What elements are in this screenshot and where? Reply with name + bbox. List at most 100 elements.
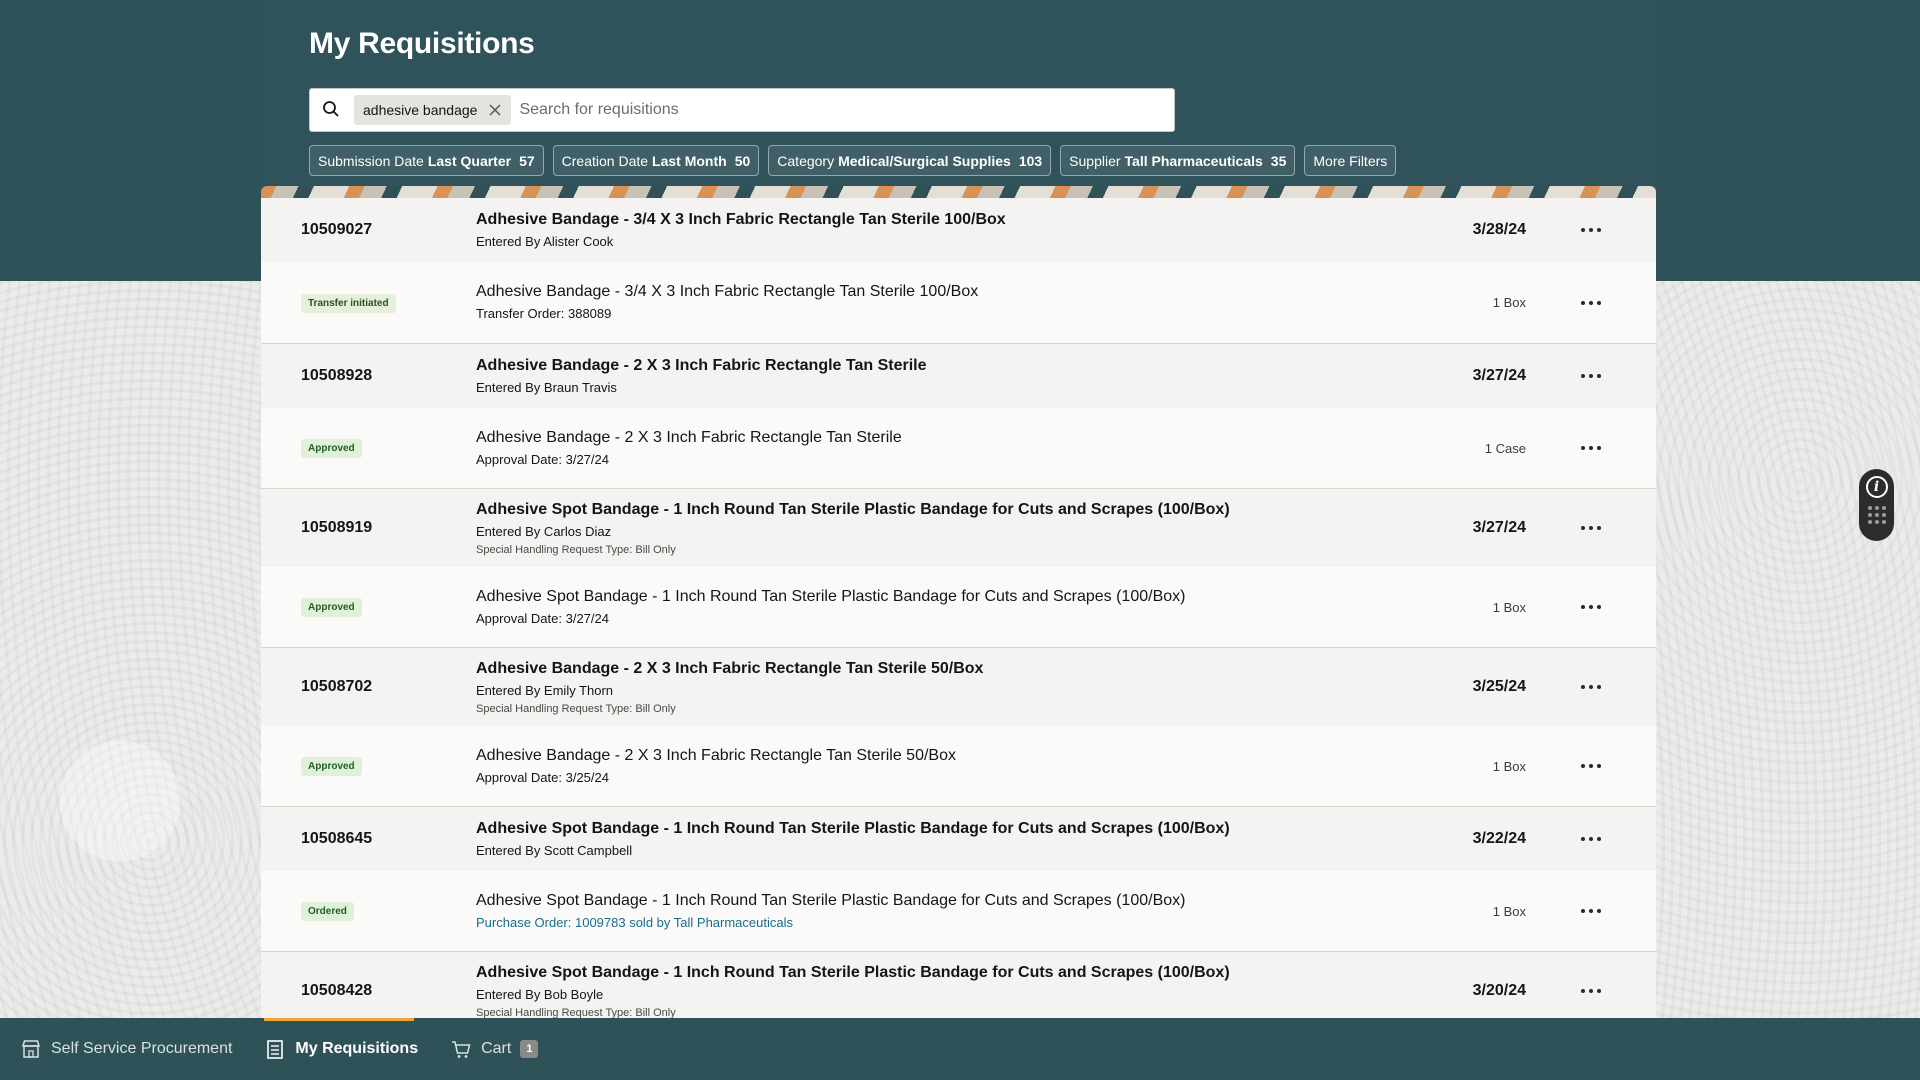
filter-label: Submission Date xyxy=(318,152,424,169)
requisition-row[interactable]: 10508645 Adhesive Spot Bandage - 1 Inch … xyxy=(261,807,1656,871)
filter-value: Tall Pharmaceuticals xyxy=(1124,152,1263,169)
nav-label: Self Service Procurement xyxy=(51,1040,233,1057)
requisition-row[interactable]: 10508428 Adhesive Spot Bandage - 1 Inch … xyxy=(261,952,1656,1018)
line-quantity: 1 Box xyxy=(1492,903,1526,919)
line-meta: Approval Date: 3/27/24 xyxy=(476,610,609,626)
help-widget[interactable]: i xyxy=(1859,469,1894,541)
filter-supplier[interactable]: Supplier Tall Pharmaceuticals 35 xyxy=(1060,145,1296,176)
purchase-order-link[interactable]: Purchase Order: 1009783 sold by Tall Pha… xyxy=(476,914,1396,932)
line-title: Adhesive Bandage - 2 X 3 Inch Fabric Rec… xyxy=(476,428,902,446)
requisition-date: 3/20/24 xyxy=(1472,982,1526,999)
special-handling-note: Special Handling Request Type: Bill Only xyxy=(476,543,676,556)
requisitions-panel: My Requisitions adhesive bandage Submiss… xyxy=(261,0,1656,1018)
requisition-id: 10508428 xyxy=(301,982,373,999)
requisition-date: 3/22/24 xyxy=(1472,830,1526,847)
status-badge: Approved xyxy=(301,598,362,617)
requisition-description: Adhesive Bandage - 2 X 3 Inch Fabric Rec… xyxy=(476,356,1396,397)
requisition-title: Adhesive Bandage - 2 X 3 Inch Fabric Rec… xyxy=(476,356,927,374)
line-meta: Approval Date: 3/25/24 xyxy=(476,769,609,785)
search-box[interactable]: adhesive bandage xyxy=(309,88,1175,132)
special-handling-note: Special Handling Request Type: Bill Only xyxy=(476,702,676,715)
more-actions-icon[interactable] xyxy=(1575,368,1607,384)
requisition-title: Adhesive Spot Bandage - 1 Inch Round Tan… xyxy=(476,819,1230,837)
requisition-group: 10508428 Adhesive Spot Bandage - 1 Inch … xyxy=(261,952,1656,1018)
line-title: Adhesive Spot Bandage - 1 Inch Round Tan… xyxy=(476,587,1186,605)
requisition-group: 10508702 Adhesive Bandage - 2 X 3 Inch F… xyxy=(261,648,1656,807)
requisition-row[interactable]: 10508702 Adhesive Bandage - 2 X 3 Inch F… xyxy=(261,648,1656,726)
close-icon[interactable] xyxy=(487,102,503,118)
requisition-description: Adhesive Spot Bandage - 1 Inch Round Tan… xyxy=(476,500,1396,557)
nav-label: My Requisitions xyxy=(295,1040,419,1057)
line-description: Adhesive Bandage - 2 X 3 Inch Fabric Rec… xyxy=(476,428,1396,469)
requisition-title: Adhesive Spot Bandage - 1 Inch Round Tan… xyxy=(476,500,1230,518)
line-description: Adhesive Spot Bandage - 1 Inch Round Tan… xyxy=(476,587,1396,628)
requisition-title: Adhesive Bandage - 2 X 3 Inch Fabric Rec… xyxy=(476,659,984,677)
requisition-description: Adhesive Spot Bandage - 1 Inch Round Tan… xyxy=(476,963,1396,1019)
requisition-id: 10508702 xyxy=(301,678,373,695)
more-actions-icon[interactable] xyxy=(1575,831,1607,847)
requisition-row[interactable]: 10508928 Adhesive Bandage - 2 X 3 Inch F… xyxy=(261,344,1656,408)
requisition-line-row[interactable]: Ordered Adhesive Spot Bandage - 1 Inch R… xyxy=(261,871,1656,951)
more-actions-icon[interactable] xyxy=(1575,679,1607,695)
nav-cart[interactable]: Cart 1 xyxy=(450,1018,552,1080)
page-header: My Requisitions adhesive bandage Submiss… xyxy=(261,0,1656,186)
more-actions-icon[interactable] xyxy=(1575,983,1607,999)
line-quantity: 1 Case xyxy=(1484,440,1526,456)
store-icon xyxy=(20,1038,42,1060)
more-actions-icon[interactable] xyxy=(1575,520,1607,536)
filter-bar: Submission Date Last Quarter 57 Creation… xyxy=(309,145,1608,176)
filter-value: Medical/Surgical Supplies xyxy=(838,152,1011,169)
nav-self-service-procurement[interactable]: Self Service Procurement xyxy=(20,1018,246,1080)
line-quantity: 1 Box xyxy=(1492,295,1526,310)
cart-count-badge: 1 xyxy=(520,1040,539,1058)
search-input[interactable] xyxy=(519,101,1174,119)
filter-label: Creation Date xyxy=(561,152,649,169)
filter-count: 57 xyxy=(519,152,535,169)
entered-by: Entered By Braun Travis xyxy=(476,379,617,395)
more-actions-icon[interactable] xyxy=(1575,599,1607,615)
requisition-description: Adhesive Bandage - 3/4 X 3 Inch Fabric R… xyxy=(476,210,1396,251)
entered-by: Entered By Scott Campbell xyxy=(476,842,633,858)
clipboard-icon xyxy=(264,1038,286,1060)
search-icon xyxy=(322,100,342,120)
bottom-navigation: Self Service Procurement My Requisitions… xyxy=(0,1018,1920,1080)
line-description: Adhesive Bandage - 2 X 3 Inch Fabric Rec… xyxy=(476,746,1396,787)
filter-submission-date[interactable]: Submission Date Last Quarter 57 xyxy=(309,145,544,176)
line-quantity: 1 Box xyxy=(1492,599,1526,615)
line-description: Adhesive Bandage - 3/4 X 3 Inch Fabric R… xyxy=(476,282,1396,323)
filter-value: Last Quarter xyxy=(427,152,512,169)
filter-label: More Filters xyxy=(1313,152,1388,169)
status-badge: Approved xyxy=(301,757,362,776)
decorative-banner xyxy=(261,186,1656,198)
info-icon[interactable]: i xyxy=(1865,476,1888,498)
line-title: Adhesive Bandage - 2 X 3 Inch Fabric Rec… xyxy=(476,746,956,764)
status-badge: Approved xyxy=(301,439,362,458)
requisition-list: 10509027 Adhesive Bandage - 3/4 X 3 Inch… xyxy=(261,198,1656,1018)
requisition-description: Adhesive Bandage - 2 X 3 Inch Fabric Rec… xyxy=(476,659,1396,716)
requisition-line-row[interactable]: Approved Adhesive Spot Bandage - 1 Inch … xyxy=(261,567,1656,647)
filter-creation-date[interactable]: Creation Date Last Month 50 xyxy=(552,145,760,176)
requisition-date: 3/27/24 xyxy=(1472,519,1526,536)
more-actions-icon[interactable] xyxy=(1575,903,1607,919)
entered-by: Entered By Carlos Diaz xyxy=(476,523,612,539)
more-actions-icon[interactable] xyxy=(1575,440,1607,456)
line-description: Adhesive Spot Bandage - 1 Inch Round Tan… xyxy=(476,891,1396,932)
filter-count: 103 xyxy=(1018,152,1043,169)
requisition-line-row[interactable]: Approved Adhesive Bandage - 2 X 3 Inch F… xyxy=(261,408,1656,488)
requisition-line-row[interactable]: Transfer initiated Adhesive Bandage - 3/… xyxy=(261,262,1656,343)
more-actions-icon[interactable] xyxy=(1575,295,1607,311)
requisition-row[interactable]: 10509027 Adhesive Bandage - 3/4 X 3 Inch… xyxy=(261,198,1656,262)
more-actions-icon[interactable] xyxy=(1575,758,1607,774)
search-chip-label: adhesive bandage xyxy=(363,102,478,118)
requisition-row[interactable]: 10508919 Adhesive Spot Bandage - 1 Inch … xyxy=(261,489,1656,567)
requisition-line-row[interactable]: Approved Adhesive Bandage - 2 X 3 Inch F… xyxy=(261,726,1656,806)
apps-grid-icon[interactable] xyxy=(1867,506,1886,524)
status-badge: Ordered xyxy=(301,902,354,921)
more-actions-icon[interactable] xyxy=(1575,222,1607,238)
more-filters-button[interactable]: More Filters xyxy=(1304,145,1397,176)
entered-by: Entered By Emily Thorn xyxy=(476,682,614,698)
nav-my-requisitions[interactable]: My Requisitions xyxy=(264,1018,432,1080)
line-meta: Approval Date: 3/27/24 xyxy=(476,451,609,467)
requisition-group: 10508645 Adhesive Spot Bandage - 1 Inch … xyxy=(261,807,1656,952)
filter-category[interactable]: Category Medical/Surgical Supplies 103 xyxy=(768,145,1052,176)
